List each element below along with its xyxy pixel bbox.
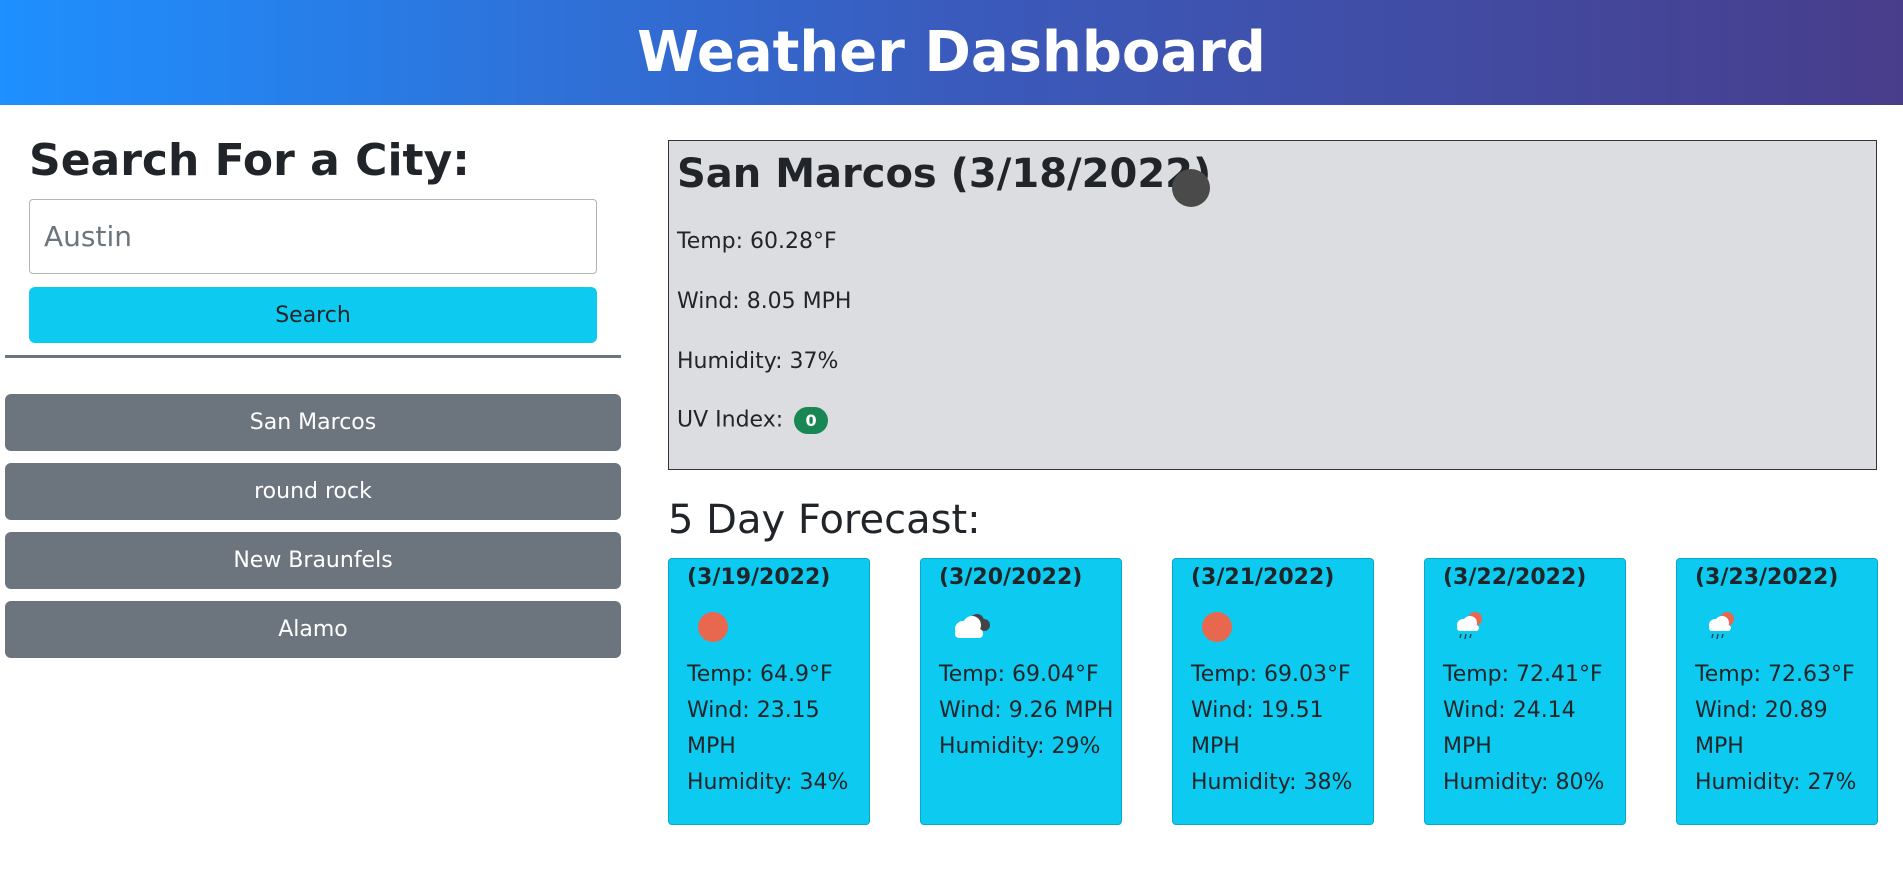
cloudy-icon <box>955 614 990 638</box>
rain-sun-icon <box>1457 612 1482 640</box>
forecast-humidity: Humidity: 34% <box>687 770 849 795</box>
forecast-date: (3/20/2022) <box>939 565 1083 590</box>
forecast-card: (3/23/2022) Temp: 72.63°F Wind: 20.89 MP… <box>1676 558 1878 825</box>
forecast-details: Temp: 72.41°F Wind: 24.14 MPH Humidity: … <box>1443 657 1619 801</box>
current-temp: Temp: 60.28°F <box>677 229 837 254</box>
forecast-card: (3/20/2022) Temp: 69.04°F Wind: 9.26 MPH… <box>920 558 1122 825</box>
forecast-details: Temp: 69.03°F Wind: 19.51 MPH Humidity: … <box>1191 657 1367 801</box>
forecast-details: Temp: 72.63°F Wind: 20.89 MPH Humidity: … <box>1695 657 1871 801</box>
history-city-button[interactable]: Alamo <box>5 601 621 658</box>
forecast-temp: Temp: 64.9°F <box>687 662 833 687</box>
forecast-card: (3/19/2022) Temp: 64.9°F Wind: 23.15 MPH… <box>668 558 870 825</box>
forecast-humidity: Humidity: 29% <box>939 734 1101 759</box>
current-humidity: Humidity: 37% <box>677 349 839 374</box>
search-sidebar: Search For a City: Search San Marcos rou… <box>0 105 626 882</box>
forecast-wind: Wind: 20.89 MPH <box>1695 698 1828 759</box>
sun-icon <box>1202 612 1232 642</box>
forecast-card: (3/22/2022) Temp: 72.41°F Wind: 24.14 MP… <box>1424 558 1626 825</box>
forecast-wind: Wind: 19.51 MPH <box>1191 698 1324 759</box>
forecast-wind: Wind: 23.15 MPH <box>687 698 820 759</box>
forecast-date: (3/19/2022) <box>687 565 831 590</box>
current-weather-panel: San Marcos (3/18/2022) Temp: 60.28°F Win… <box>668 140 1877 470</box>
page-header: Weather Dashboard <box>0 0 1903 105</box>
search-history: San Marcos round rock New Braunfels Alam… <box>5 394 621 670</box>
forecast-details: Temp: 64.9°F Wind: 23.15 MPH Humidity: 3… <box>687 657 863 801</box>
search-heading: Search For a City: <box>29 135 470 186</box>
rain-sun-icon <box>1709 612 1734 640</box>
history-city-button[interactable]: round rock <box>5 463 621 520</box>
forecast-heading: 5 Day Forecast: <box>668 497 981 543</box>
forecast-date: (3/23/2022) <box>1695 565 1839 590</box>
forecast-temp: Temp: 72.63°F <box>1695 662 1855 687</box>
uv-index-label: UV Index: <box>677 407 784 433</box>
history-city-button[interactable]: New Braunfels <box>5 532 621 589</box>
city-search-input[interactable] <box>29 199 597 274</box>
forecast-temp: Temp: 69.04°F <box>939 662 1099 687</box>
current-wind: Wind: 8.05 MPH <box>677 289 852 314</box>
forecast-humidity: Humidity: 38% <box>1191 770 1353 795</box>
current-city-title: San Marcos (3/18/2022) <box>677 151 1212 197</box>
search-button[interactable]: Search <box>29 287 597 343</box>
sidebar-divider <box>5 355 621 358</box>
forecast-date: (3/22/2022) <box>1443 565 1587 590</box>
forecast-card: (3/21/2022) Temp: 69.03°F Wind: 19.51 MP… <box>1172 558 1374 825</box>
forecast-temp: Temp: 72.41°F <box>1443 662 1603 687</box>
forecast-wind: Wind: 9.26 MPH <box>939 698 1114 723</box>
forecast-humidity: Humidity: 27% <box>1695 770 1857 795</box>
moon-icon <box>1172 169 1210 207</box>
forecast-date: (3/21/2022) <box>1191 565 1335 590</box>
current-uv-row: UV Index: 0 <box>677 407 829 434</box>
sun-icon <box>698 612 728 642</box>
page-title: Weather Dashboard <box>637 20 1266 85</box>
forecast-temp: Temp: 69.03°F <box>1191 662 1351 687</box>
forecast-wind: Wind: 24.14 MPH <box>1443 698 1576 759</box>
history-city-button[interactable]: San Marcos <box>5 394 621 451</box>
forecast-humidity: Humidity: 80% <box>1443 770 1605 795</box>
forecast-details: Temp: 69.04°F Wind: 9.26 MPH Humidity: 2… <box>939 657 1115 765</box>
uv-index-badge: 0 <box>794 407 829 434</box>
